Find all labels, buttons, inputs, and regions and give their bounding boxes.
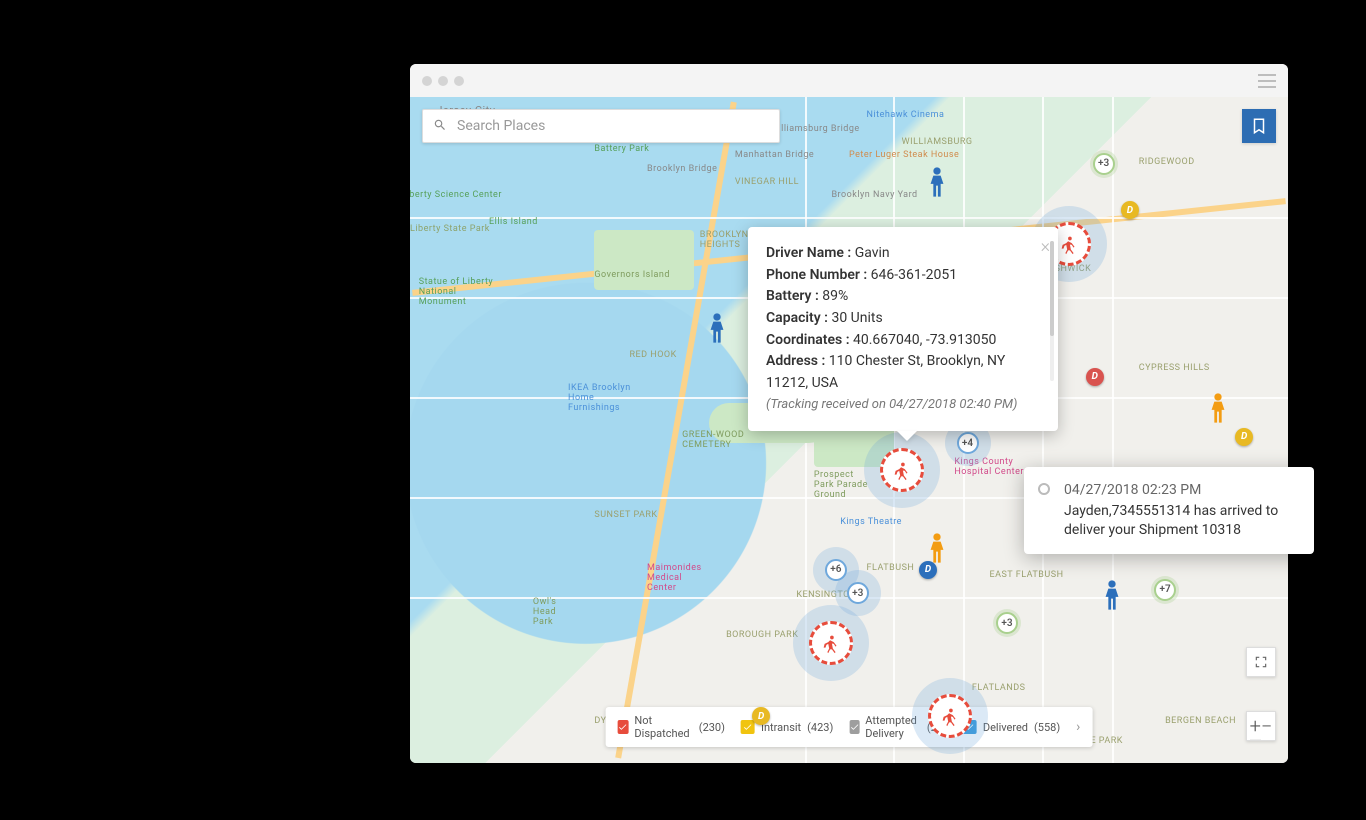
map-label: Battery Park: [594, 144, 649, 154]
d-badge-marker[interactable]: D: [1121, 201, 1139, 219]
popup-label: Driver Name :: [766, 245, 851, 261]
legend-label: Attempted Delivery: [865, 714, 921, 740]
map-label: Kings Theatre: [840, 517, 902, 527]
cluster-marker[interactable]: +7: [1154, 579, 1176, 601]
map-canvas[interactable]: New York Jersey City Liberty Science Cen…: [410, 97, 1288, 763]
popup-tracking-note: (Tracking received on 04/27/2018 02:40 P…: [766, 395, 1038, 415]
driver-marker[interactable]: [928, 694, 972, 738]
map-label: Maimonides Medical Center: [647, 563, 707, 593]
map-label: Williamsburg Bridge: [770, 124, 860, 134]
map-label: Manhattan Bridge: [735, 150, 814, 160]
cluster-marker[interactable]: +6: [825, 559, 847, 581]
map-label: Ellis Island: [489, 217, 538, 227]
toast-timestamp: 04/27/2018 02:23 PM: [1064, 481, 1296, 500]
cluster-marker[interactable]: +3: [996, 612, 1018, 634]
person-marker-blue[interactable]: [706, 313, 728, 347]
checkbox-icon: [618, 720, 629, 734]
legend-count: (230): [699, 721, 725, 734]
map-label: Brooklyn Navy Yard: [831, 190, 917, 200]
map-label: VINEGAR HILL: [735, 177, 799, 187]
cluster-marker[interactable]: +4: [957, 432, 979, 454]
map-label: WILLIAMSBURG: [902, 137, 973, 147]
legend-label: Delivered: [983, 721, 1028, 734]
map-label: Nitehawk Cinema: [867, 110, 945, 120]
map-label: RED HOOK: [630, 350, 677, 360]
driver-marker[interactable]: [880, 448, 924, 492]
legend-not-dispatched[interactable]: Not Dispatched (230): [618, 714, 725, 740]
browser-window: New York Jersey City Liberty Science Cen…: [410, 64, 1288, 763]
map-label: EAST FLATBUSH: [989, 570, 1063, 580]
d-badge-marker[interactable]: D: [1086, 368, 1104, 386]
map-label: FLATLANDS: [972, 683, 1026, 693]
popup-value-battery: 89%: [822, 288, 848, 304]
window-controls: [422, 76, 464, 86]
map-label: Kings County Hospital Center: [954, 457, 1024, 477]
map-label: Governors Island: [594, 270, 670, 280]
person-marker-orange[interactable]: [1207, 393, 1229, 427]
person-marker-blue[interactable]: [1101, 580, 1123, 614]
driver-marker[interactable]: [809, 621, 853, 665]
close-dot[interactable]: [422, 76, 432, 86]
map-label: FLATBUSH: [867, 563, 915, 573]
map-label: Liberty State Park: [410, 224, 490, 234]
zoom-out-button[interactable]: −: [1261, 712, 1272, 740]
map-label: Peter Luger Steak House: [849, 150, 959, 160]
d-badge-marker[interactable]: D: [1235, 428, 1253, 446]
popup-scrollbar[interactable]: [1050, 241, 1054, 381]
checkbox-icon: [849, 720, 859, 734]
fullscreen-button[interactable]: [1246, 647, 1276, 677]
map-label: IKEA Brooklyn Home Furnishings: [568, 383, 638, 413]
map-label: SUNSET PARK: [594, 510, 657, 520]
zoom-in-button[interactable]: +: [1250, 712, 1261, 740]
map-label: Prospect Park Parade Ground: [814, 470, 874, 500]
popup-label: Battery :: [766, 288, 819, 304]
search-box: [422, 109, 780, 143]
map-label: Owl's Head Park: [533, 597, 573, 627]
map-label: Brooklyn Bridge: [647, 164, 717, 174]
legend-label: Not Dispatched: [634, 714, 692, 740]
map-label: BERGEN BEACH: [1165, 716, 1236, 726]
d-badge-marker[interactable]: D: [752, 707, 770, 725]
map-label: Liberty Science Center: [410, 190, 502, 200]
map-label: BOROUGH PARK: [726, 630, 798, 640]
popup-label: Phone Number :: [766, 267, 867, 283]
maximize-dot[interactable]: [454, 76, 464, 86]
cluster-marker[interactable]: +3: [847, 582, 869, 604]
map-label: CYPRESS HILLS: [1139, 363, 1210, 373]
legend-count: (423): [807, 721, 833, 734]
popup-value-capacity: 30 Units: [831, 310, 882, 326]
toast-message: Jayden,7345551314 has arrived to deliver…: [1064, 502, 1296, 540]
minimize-dot[interactable]: [438, 76, 448, 86]
status-legend: Not Dispatched (230) Intransit (423) Att…: [606, 707, 1093, 747]
cluster-marker[interactable]: +3: [1093, 153, 1115, 175]
hamburger-menu-icon[interactable]: [1258, 74, 1276, 88]
legend-delivered[interactable]: Delivered (558): [963, 720, 1060, 734]
popup-value-coords: 40.667040, -73.913050: [853, 332, 996, 348]
legend-count: (558): [1034, 721, 1060, 734]
driver-info-popup: × Driver Name : Gavin Phone Number : 646…: [748, 227, 1058, 431]
d-badge-marker[interactable]: D: [919, 561, 937, 579]
zoom-control: + −: [1246, 711, 1276, 741]
notification-toast[interactable]: 04/27/2018 02:23 PM Jayden,7345551314 ha…: [1024, 467, 1314, 554]
map-label: RIDGEWOOD: [1139, 157, 1195, 167]
popup-label: Capacity :: [766, 310, 828, 326]
popup-value-phone: 646-361-2051: [871, 267, 957, 283]
legend-next-icon[interactable]: ›: [1076, 719, 1080, 735]
map-label: GREEN-WOOD CEMETERY: [682, 430, 752, 450]
titlebar: [410, 64, 1288, 97]
map-label: Statue of Liberty National Monument: [419, 277, 499, 307]
popup-label: Address :: [766, 353, 825, 369]
map-layers-button[interactable]: [1242, 109, 1276, 143]
toast-status-icon: [1038, 483, 1050, 495]
popup-close-icon[interactable]: ×: [1041, 233, 1050, 261]
search-icon: [433, 117, 447, 136]
person-marker-blue[interactable]: [926, 167, 948, 201]
popup-value-driver: Gavin: [855, 245, 890, 261]
popup-label: Coordinates :: [766, 332, 850, 348]
search-input[interactable]: [457, 118, 769, 134]
